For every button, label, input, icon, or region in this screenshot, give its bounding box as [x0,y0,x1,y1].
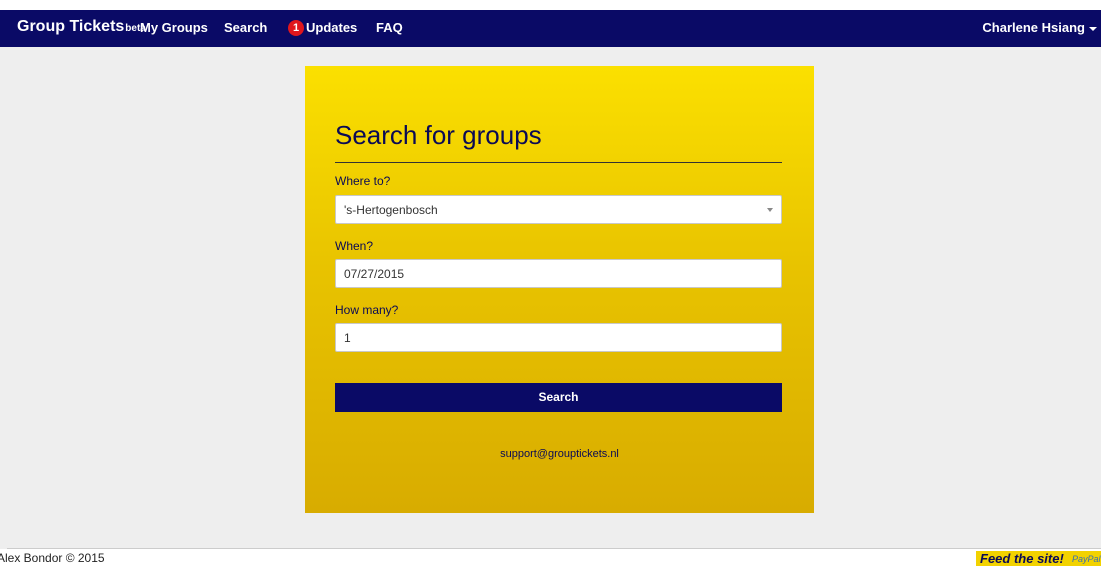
when-label: When? [335,239,374,253]
top-gap [0,0,1101,10]
where-label: Where to? [335,174,391,188]
select-arrow-icon [767,208,773,212]
support-email-link[interactable]: support@grouptickets.nl [305,448,814,460]
page: Group Ticketsbeta My Groups Search 1 Upda… [0,0,1101,566]
updates-count-badge: 1 [288,19,304,36]
destination-select[interactable]: 's-Hertogenbosch [335,195,782,224]
how-many-label: How many? [335,303,399,317]
search-title: Search for groups [335,120,542,150]
brand-logo[interactable]: Group Ticketsbeta [17,18,146,36]
nav-faq[interactable]: FAQ [376,20,403,35]
title-divider [335,162,782,163]
search-button[interactable]: Search [335,383,782,412]
chevron-down-icon [1089,26,1097,31]
quantity-value: 1 [344,331,351,345]
nav-updates-label: Updates [306,20,358,35]
feed-the-site-button[interactable]: Feed the site! PayPal [976,551,1101,566]
date-input[interactable]: 07/27/2015 [335,259,782,288]
user-name: Charlene Hsiang [982,20,1085,35]
brand-name: Group Tickets [17,18,125,35]
nav-my-groups[interactable]: My Groups [140,20,208,35]
feed-label: Feed the site! [980,551,1064,566]
nav-search[interactable]: Search [224,20,267,35]
user-menu[interactable]: Charlene Hsiang [982,20,1097,35]
navbar: Group Ticketsbeta My Groups Search 1 Upda… [0,10,1101,47]
paypal-logo: PayPal [1072,554,1101,564]
footer-copyright: Alex Bondor © 2015 [0,551,105,565]
date-value: 07/27/2015 [344,267,405,281]
search-card: Search for groups Where to? 's-Hertogenb… [305,66,814,513]
footer [0,549,1101,566]
nav-updates[interactable]: 1 Updates [288,19,358,37]
destination-value: 's-Hertogenbosch [344,203,438,217]
quantity-input[interactable]: 1 [335,323,782,352]
